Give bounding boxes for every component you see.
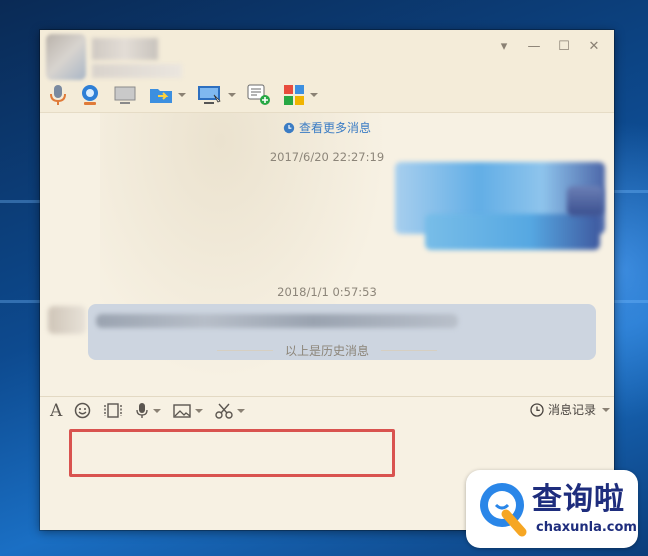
dropdown-button[interactable]: ▾ bbox=[492, 36, 516, 56]
voice-message-button[interactable] bbox=[135, 402, 162, 419]
watermark-title: 查询啦 bbox=[532, 482, 625, 517]
image-icon bbox=[173, 403, 191, 418]
history-divider: 以上是历史消息 bbox=[40, 342, 614, 359]
divider-line bbox=[381, 350, 437, 351]
sender-avatar-blurred bbox=[567, 186, 603, 216]
desktop-streak bbox=[0, 200, 40, 203]
chevron-down-icon[interactable] bbox=[178, 93, 186, 97]
message-list: 查看更多消息 2017/6/20 22:27:19 2018/1/1 0:57:… bbox=[40, 114, 614, 394]
microphone-icon bbox=[136, 403, 148, 418]
remote-desktop-icon bbox=[198, 86, 221, 104]
contact-status-blurred bbox=[92, 64, 182, 78]
scissors-icon bbox=[215, 403, 233, 419]
clock-icon bbox=[530, 402, 544, 417]
clock-icon bbox=[283, 122, 295, 133]
view-more-messages-link[interactable]: 查看更多消息 bbox=[40, 119, 614, 136]
chat-window: ▾ — ☐ ✕ 查看更多消息 2017/6/20 22:27:19 2018/1… bbox=[40, 30, 614, 530]
desktop-streak bbox=[614, 190, 648, 193]
site-watermark: 查询啦 chaxunla.com bbox=[466, 470, 638, 548]
minimize-button[interactable]: — bbox=[522, 36, 546, 56]
voice-call-button[interactable] bbox=[48, 82, 68, 108]
microphone-icon bbox=[50, 85, 66, 105]
desktop-streak bbox=[0, 300, 40, 303]
emoji-icon bbox=[75, 402, 91, 419]
contact-avatar[interactable] bbox=[46, 34, 86, 80]
video-call-button[interactable] bbox=[78, 82, 102, 108]
chevron-down-icon[interactable] bbox=[310, 93, 318, 97]
maximize-button[interactable]: ☐ bbox=[552, 36, 576, 56]
video-camera-icon bbox=[82, 85, 98, 105]
sender-avatar-blurred bbox=[48, 306, 86, 334]
image-button[interactable] bbox=[173, 403, 204, 419]
remote-desktop-button[interactable] bbox=[196, 82, 236, 108]
incoming-message-text-blurred bbox=[96, 314, 458, 328]
outgoing-message-bubble bbox=[425, 214, 600, 250]
contact-name-blurred[interactable] bbox=[92, 38, 158, 60]
new-message-icon bbox=[247, 84, 270, 105]
divider-line bbox=[216, 350, 273, 351]
gif-button[interactable] bbox=[103, 402, 123, 419]
history-divider-label: 以上是历史消息 bbox=[284, 344, 369, 358]
view-more-messages-label: 查看更多消息 bbox=[298, 121, 371, 135]
highlight-annotation-box bbox=[69, 429, 395, 477]
apps-button[interactable] bbox=[282, 82, 318, 108]
font-icon: A bbox=[50, 400, 63, 421]
chevron-down-icon[interactable] bbox=[195, 408, 204, 413]
app-grid-icon bbox=[284, 85, 304, 105]
input-toolbar: A 消息记录 bbox=[40, 396, 614, 424]
chevron-down-icon[interactable] bbox=[228, 93, 236, 97]
font-button[interactable]: A bbox=[50, 401, 62, 421]
new-message-button[interactable] bbox=[246, 82, 272, 108]
chevron-down-icon[interactable] bbox=[153, 408, 162, 413]
message-history-label: 消息记录 bbox=[547, 403, 596, 417]
chevron-down-icon[interactable] bbox=[237, 408, 246, 413]
screenshot-button[interactable] bbox=[215, 402, 246, 419]
folder-transfer-icon bbox=[150, 89, 172, 103]
file-transfer-button[interactable] bbox=[148, 82, 186, 108]
screen-share-button[interactable] bbox=[112, 82, 138, 108]
close-button[interactable]: ✕ bbox=[582, 36, 606, 56]
message-history-button[interactable]: 消息记录 bbox=[530, 401, 610, 418]
message-timestamp: 2018/1/1 0:57:53 bbox=[277, 285, 377, 299]
watermark-url: chaxunla.com bbox=[536, 520, 637, 535]
magnifier-logo-icon bbox=[480, 483, 527, 537]
chevron-down-icon[interactable] bbox=[602, 407, 610, 412]
desktop-streak bbox=[614, 300, 648, 303]
chat-toolbar bbox=[48, 82, 318, 108]
screen-share-icon bbox=[114, 86, 136, 104]
film-icon bbox=[104, 403, 122, 418]
window-controls: ▾ — ☐ ✕ bbox=[492, 36, 606, 56]
chat-header: ▾ — ☐ ✕ bbox=[40, 30, 614, 113]
emoji-button[interactable] bbox=[74, 402, 91, 419]
